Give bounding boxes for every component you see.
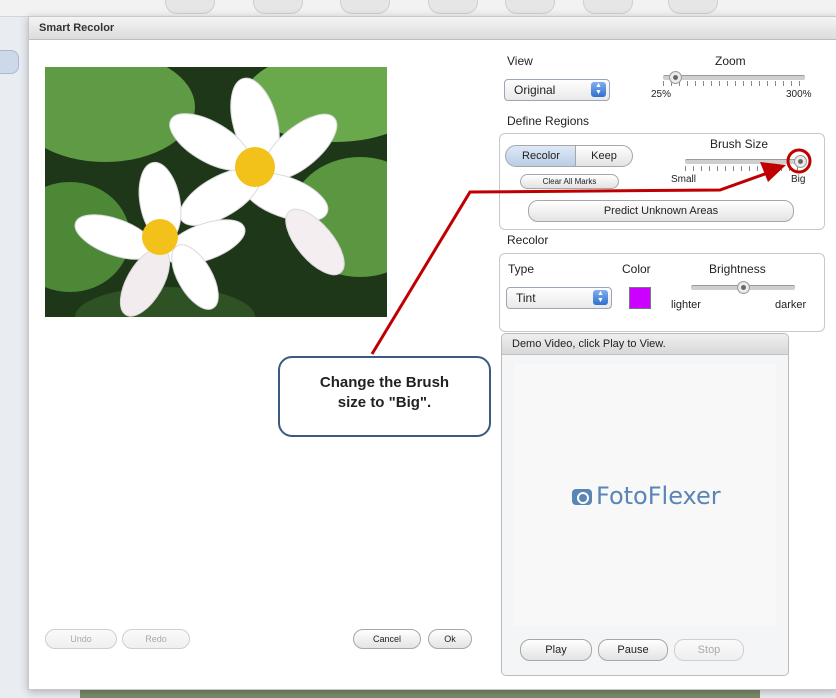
brightness-lighter-label: lighter [671, 299, 701, 311]
toolbar-icon[interactable] [505, 0, 555, 14]
toolbar-icon[interactable] [428, 0, 478, 14]
ok-button[interactable]: Ok [428, 629, 472, 649]
play-button[interactable]: Play [520, 639, 592, 661]
predict-unknown-areas-button[interactable]: Predict Unknown Areas [528, 200, 794, 222]
demo-video-header: Demo Video, click Play to View. [502, 334, 788, 355]
toolbar-icon[interactable] [340, 0, 390, 14]
pause-button[interactable]: Pause [598, 639, 668, 661]
define-regions-label: Define Regions [507, 114, 590, 128]
zoom-slider[interactable] [663, 75, 805, 80]
brush-size-slider[interactable] [685, 159, 801, 164]
brush-small-label: Small [671, 174, 697, 185]
zoom-ticks [663, 81, 805, 86]
brightness-slider-thumb[interactable] [737, 281, 750, 294]
type-select[interactable]: Tint ▲ ▼ [506, 287, 612, 309]
toolbar-icon[interactable] [253, 0, 303, 14]
undo-button[interactable]: Undo [45, 629, 117, 649]
dialog-titlebar: Smart Recolor [29, 17, 836, 40]
toolbar-icon[interactable] [668, 0, 718, 14]
brush-size-label: Brush Size [710, 137, 769, 151]
clear-all-marks-button[interactable]: Clear All Marks [520, 174, 619, 189]
callout-line-2: size to "Big". [337, 394, 432, 411]
demo-video-title: Demo Video, click Play to View. [512, 338, 666, 350]
redo-button[interactable]: Redo [122, 629, 190, 649]
color-swatch[interactable] [629, 287, 651, 309]
type-select-value: Tint [516, 291, 536, 305]
updown-arrows-icon: ▲ ▼ [591, 82, 606, 97]
zoom-min-label: 25% [651, 89, 672, 100]
brush-size-ticks [685, 166, 801, 171]
brush-big-label: Big [791, 174, 806, 185]
brightness-label: Brightness [709, 262, 766, 276]
view-select-value: Original [514, 83, 556, 97]
instruction-callout: Change the Brush size to "Big". [278, 356, 491, 437]
type-label: Type [508, 262, 535, 276]
keep-mode-button[interactable]: Keep [575, 145, 633, 167]
stop-button[interactable]: Stop [674, 639, 744, 661]
camera-icon [572, 489, 592, 505]
demo-video-panel: Demo Video, click Play to View. FotoFlex… [501, 333, 789, 676]
updown-arrows-icon: ▲ ▼ [593, 290, 608, 305]
toolbar-icon[interactable] [165, 0, 215, 14]
toolbar-icon[interactable] [583, 0, 633, 14]
fotoflexer-logo: FotoFlexer [572, 482, 721, 510]
cancel-button[interactable]: Cancel [353, 629, 421, 649]
video-screen[interactable]: FotoFlexer [514, 364, 776, 626]
fotoflexer-logo-text: FotoFlexer [596, 482, 721, 510]
brush-size-slider-thumb[interactable] [794, 155, 807, 168]
smart-recolor-dialog: Smart Recolor Undo Redo Cancel Ok View O… [28, 16, 836, 690]
zoom-max-label: 300% [786, 89, 812, 100]
zoom-label: Zoom [715, 54, 746, 68]
brightness-darker-label: darker [775, 299, 807, 311]
color-label: Color [622, 262, 651, 276]
recolor-mode-button[interactable]: Recolor [505, 145, 577, 167]
dialog-title: Smart Recolor [39, 22, 115, 34]
zoom-slider-thumb[interactable] [669, 71, 682, 84]
water-lily-photo[interactable] [45, 67, 387, 317]
callout-line-1: Change the Brush [319, 374, 450, 391]
recolor-section-label: Recolor [507, 233, 549, 247]
view-label: View [507, 54, 533, 68]
view-select[interactable]: Original ▲ ▼ [504, 79, 610, 101]
toolbar-strip [0, 0, 836, 17]
side-tab[interactable] [0, 50, 19, 74]
